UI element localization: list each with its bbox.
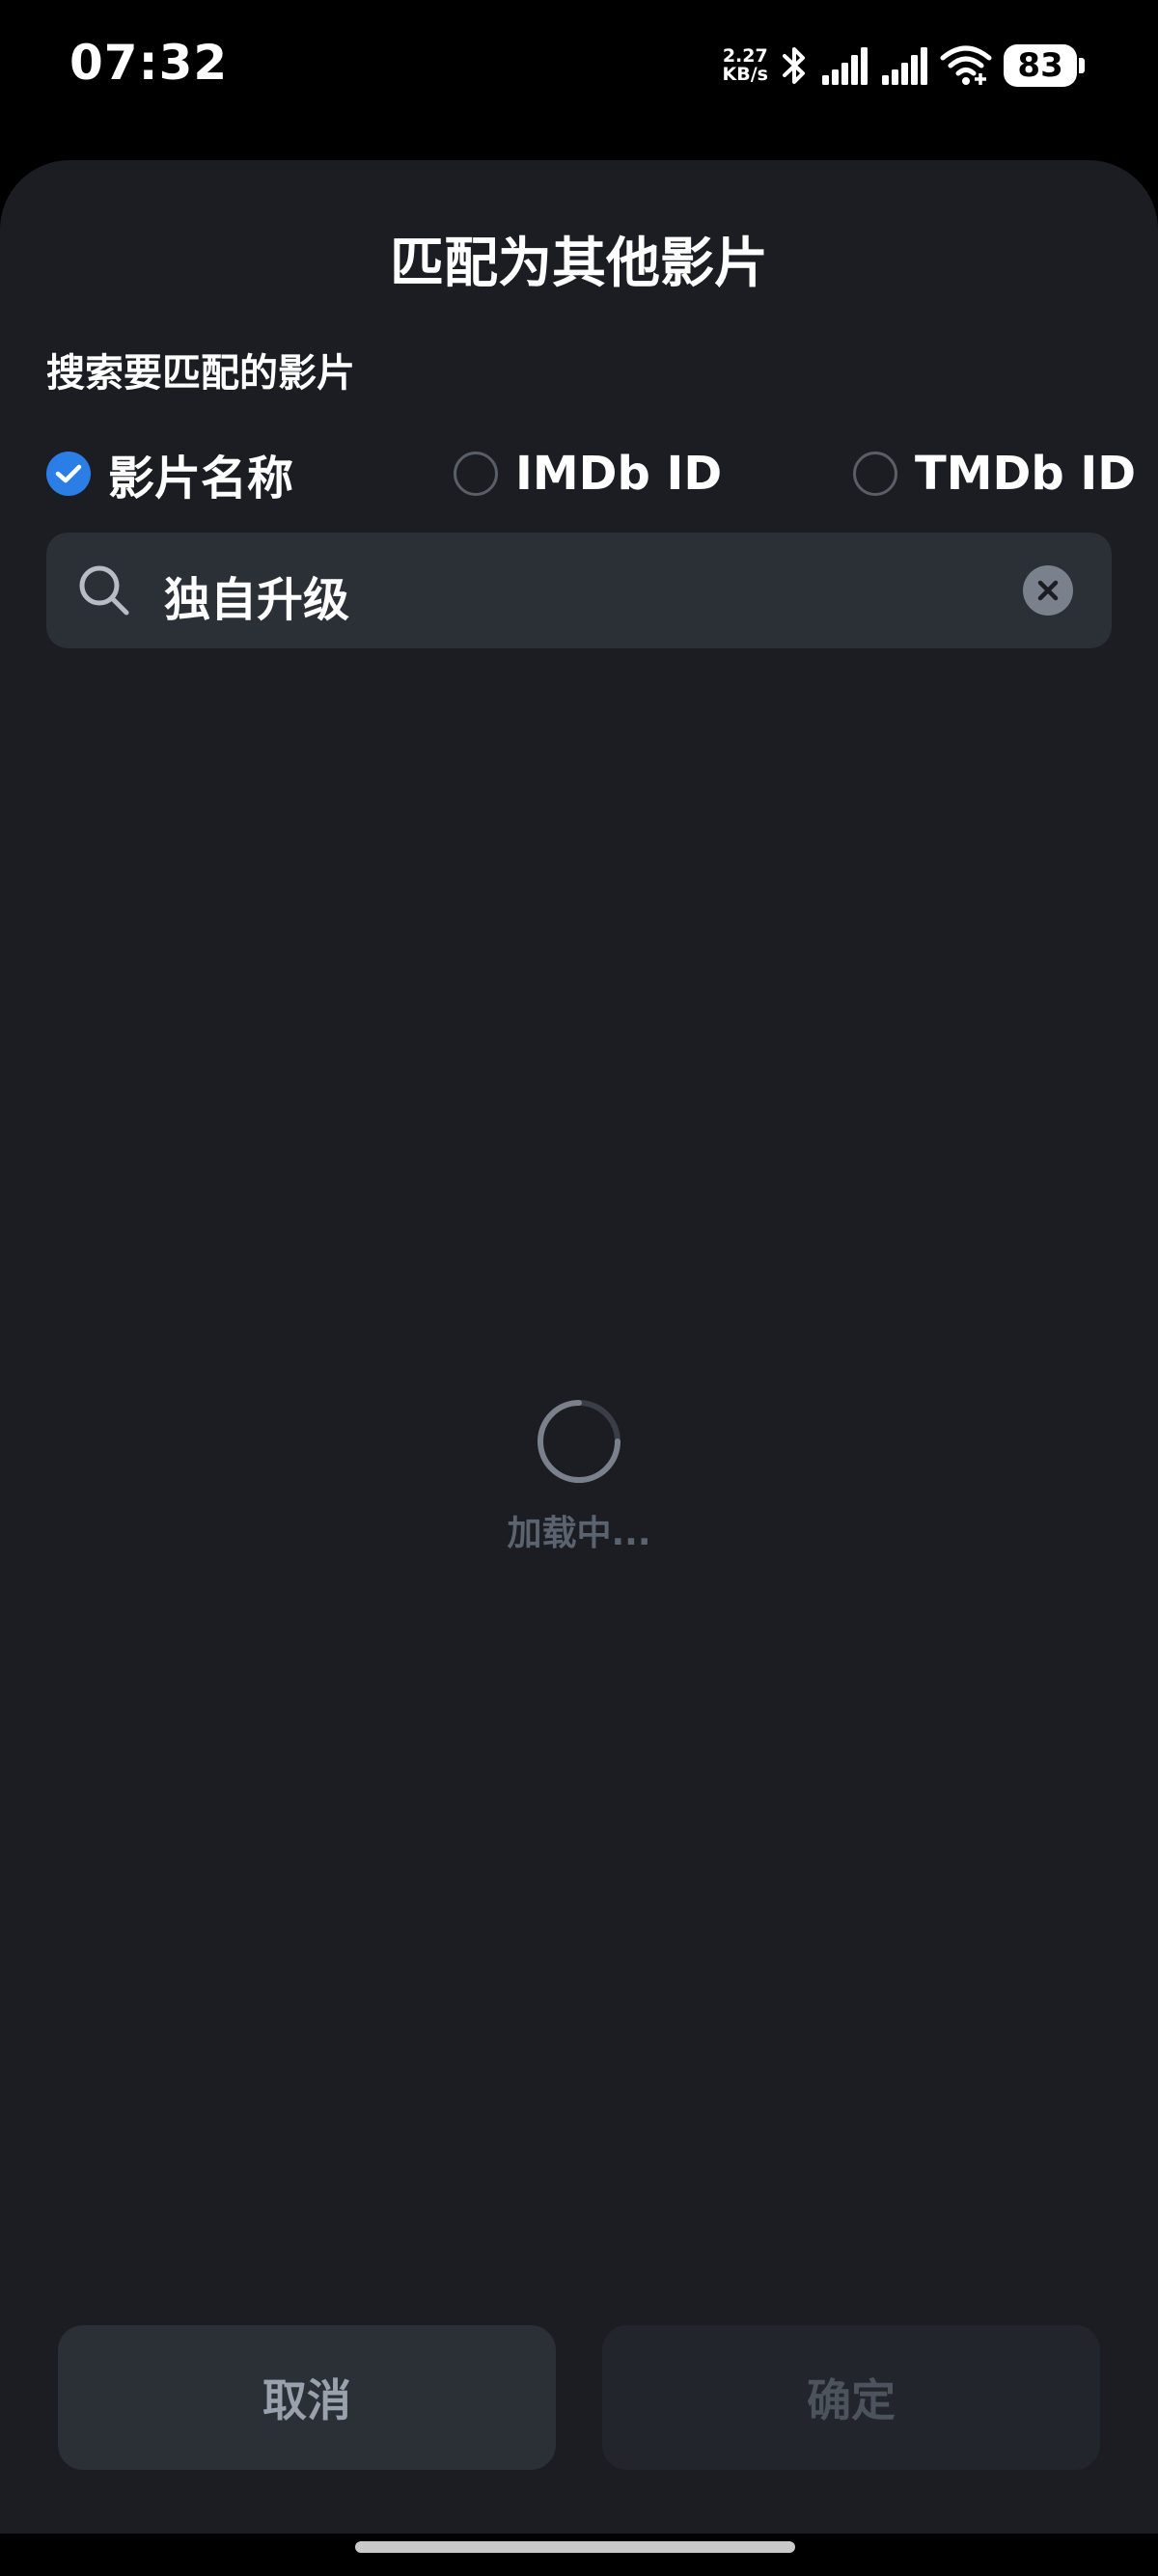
home-indicator[interactable] [355, 2541, 795, 2553]
status-time: 07:32 [69, 35, 229, 91]
radio-label: TMDb ID [915, 447, 1137, 501]
clear-search-icon[interactable] [1023, 565, 1073, 616]
battery-icon: 83 [1004, 44, 1085, 87]
cancel-button[interactable]: 取消 [58, 2325, 556, 2470]
match-dialog-sheet: 匹配为其他影片 搜索要匹配的影片 影片名称 IMDb ID TMDb ID 独自… [0, 160, 1158, 2534]
search-section-label: 搜索要匹配的影片 [46, 351, 355, 396]
radio-label: IMDb ID [515, 447, 723, 501]
search-icon [79, 565, 129, 616]
radio-checked-icon [46, 452, 91, 496]
dialog-title: 匹配为其他影片 [390, 233, 768, 295]
loading-text: 加载中... [507, 1514, 651, 1553]
confirm-button[interactable]: 确定 [602, 2325, 1100, 2470]
radio-imdb-id[interactable]: IMDb ID [454, 440, 722, 507]
signal-icon [882, 47, 927, 85]
search-query[interactable]: 独自升级 [164, 562, 349, 629]
network-speed-unit: KB/s [722, 64, 768, 85]
search-type-radio-group: 影片名称 IMDb ID TMDb ID [46, 440, 1136, 507]
radio-unchecked-icon [454, 452, 498, 496]
radio-unchecked-icon [853, 452, 897, 496]
radio-label: 影片名称 [108, 452, 294, 506]
battery-level: 83 [1004, 44, 1078, 87]
radio-movie-name[interactable]: 影片名称 [46, 440, 293, 507]
status-bar: 07:32 2.27 KB/s 83 [0, 0, 1158, 135]
loading-spinner-icon [538, 1400, 620, 1483]
status-icons: 2.27 KB/s 83 [723, 37, 1085, 95]
radio-tmdb-id[interactable]: TMDb ID [853, 440, 1136, 507]
bluetooth-icon [783, 47, 805, 84]
battery-cap [1079, 58, 1085, 73]
signal-icon [822, 47, 868, 85]
wifi-icon [940, 45, 992, 85]
screen: 07:32 2.27 KB/s 83 匹配为其他影片 搜索要匹配的影片 影片名称… [0, 0, 1158, 2576]
search-input[interactable]: 独自升级 [46, 533, 1112, 648]
network-speed: 2.27 KB/s [723, 47, 768, 84]
